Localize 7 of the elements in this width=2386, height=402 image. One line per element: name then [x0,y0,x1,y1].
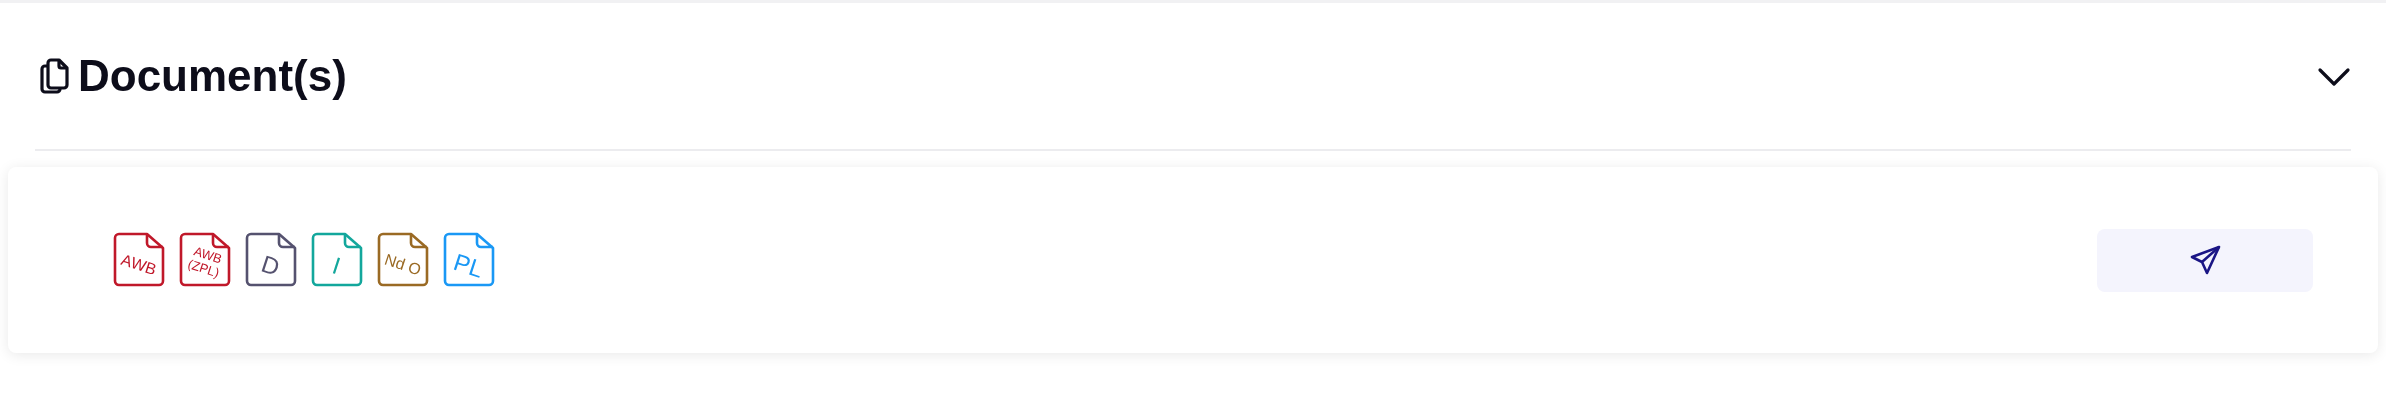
section-title: Document(s) [78,49,347,102]
send-icon [2189,244,2221,276]
file-icon[interactable]: D [245,232,297,288]
file-icon[interactable]: Nd O [377,232,429,288]
documents-icon [40,58,70,94]
file-icon[interactable]: AWB [113,232,165,288]
file-icon[interactable]: AWB (ZPL) [179,232,231,288]
